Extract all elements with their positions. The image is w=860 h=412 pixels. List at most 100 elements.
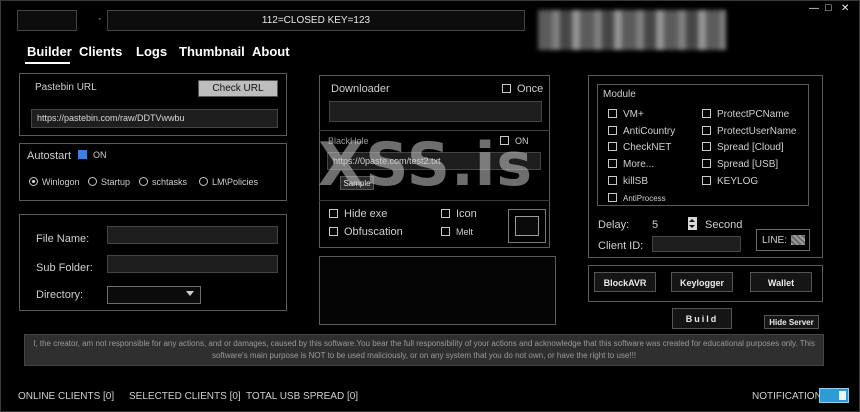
build-button[interactable]: Build — [672, 308, 732, 329]
usb-spread-status: TOTAL USB SPREAD [0] — [246, 391, 359, 402]
tab-clients[interactable]: Clients — [79, 44, 122, 59]
autostart-toggle[interactable]: ON — [78, 150, 107, 160]
melt-label: Melt — [456, 227, 474, 237]
checknet-checkbox[interactable] — [608, 142, 617, 151]
hide-exe-option[interactable]: Hide exe — [329, 208, 387, 220]
online-clients-status: ONLINE CLIENTS [0] — [18, 391, 115, 402]
anticountry-checkbox[interactable] — [608, 126, 617, 135]
melt-checkbox[interactable] — [441, 227, 450, 236]
delay-stepper[interactable] — [688, 217, 697, 230]
module-anticountry[interactable]: AntiCountry — [608, 126, 675, 137]
hide-exe-checkbox[interactable] — [329, 209, 338, 218]
check-url-button[interactable]: Check URL — [198, 80, 278, 97]
chevron-down-icon — [186, 291, 194, 296]
sub-folder-input[interactable] — [107, 255, 278, 273]
radio-lmpolicies[interactable] — [199, 177, 208, 186]
autostart-checkbox[interactable] — [78, 150, 87, 159]
module-antiprocess[interactable]: AntiProcess — [608, 193, 666, 203]
autostart-option-winlogon[interactable]: Winlogon — [29, 177, 80, 187]
maximize-icon[interactable]: □ — [825, 2, 832, 14]
line-label: LINE: — [762, 235, 788, 246]
notification-label: NOTIFICATION — [752, 391, 822, 402]
radio-schtasks[interactable] — [139, 177, 148, 186]
stepper-up-icon[interactable] — [689, 219, 695, 222]
module-spread-usb[interactable]: Spread [USB] — [702, 159, 778, 170]
downloader-url-input[interactable] — [329, 101, 542, 122]
pastebin-label: Pastebin URL — [35, 82, 97, 93]
module-keylog[interactable]: KEYLOG — [702, 176, 758, 187]
more-checkbox[interactable] — [608, 159, 617, 168]
module-more[interactable]: More... — [608, 159, 654, 170]
line-box[interactable]: LINE: — [756, 229, 810, 251]
once-option[interactable]: Once — [502, 83, 543, 95]
notification-toggle-knob — [839, 391, 846, 400]
blurred-logo — [538, 10, 726, 50]
protectusername-checkbox[interactable] — [702, 126, 711, 135]
keylog-checkbox[interactable] — [702, 176, 711, 185]
checknet-label: CheckNET — [623, 142, 672, 153]
delay-value[interactable]: 5 — [652, 219, 658, 231]
vm-checkbox[interactable] — [608, 109, 617, 118]
icon-checkbox[interactable] — [441, 209, 450, 218]
tab-builder[interactable]: Builder — [27, 44, 72, 59]
module-protectusername[interactable]: ProtectUserName — [702, 126, 796, 137]
protectpcname-checkbox[interactable] — [702, 109, 711, 118]
spread-usb-checkbox[interactable] — [702, 159, 711, 168]
vm-label: VM+ — [623, 109, 644, 120]
stepper-down-icon[interactable] — [689, 225, 695, 228]
hide-server-button[interactable]: Hide Server — [764, 315, 819, 329]
client-id-input[interactable] — [652, 236, 741, 252]
schtasks-label: schtasks — [152, 177, 188, 187]
protectpcname-label: ProtectPCName — [717, 109, 790, 120]
pastebin-url-input[interactable]: https://pastebin.com/raw/DDTVwwbu — [31, 109, 278, 128]
connection-status-field: 112=CLOSED KEY=123 — [107, 10, 525, 31]
selected-clients-status: SELECTED CLIENTS [0] — [129, 391, 241, 402]
icon-option[interactable]: Icon — [441, 208, 477, 220]
killsb-checkbox[interactable] — [608, 176, 617, 185]
module-protectpcname[interactable]: ProtectPCName — [702, 109, 789, 120]
antiprocess-checkbox[interactable] — [608, 193, 617, 202]
directory-select[interactable] — [107, 286, 201, 304]
title-input-left[interactable] — [17, 10, 77, 31]
watermark: XSS.is — [318, 130, 534, 200]
icon-preview — [515, 216, 539, 236]
line-toggle[interactable] — [791, 235, 805, 245]
autostart-option-schtasks[interactable]: schtasks — [139, 177, 187, 187]
module-title: Module — [603, 89, 636, 100]
delay-unit: Second — [705, 219, 743, 231]
startup-label: Startup — [101, 177, 131, 187]
blockavr-button[interactable]: BlockAVR — [594, 272, 656, 292]
close-icon[interactable]: ✕ — [841, 3, 849, 14]
notification-toggle[interactable] — [819, 388, 849, 403]
keylogger-button[interactable]: Keylogger — [671, 272, 733, 292]
wallet-button[interactable]: Wallet — [750, 272, 812, 292]
directory-label: Directory: — [36, 289, 84, 301]
minimize-icon[interactable]: — — [809, 3, 819, 14]
hide-exe-label: Hide exe — [344, 208, 388, 220]
module-vm[interactable]: VM+ — [608, 109, 644, 120]
module-checknet[interactable]: CheckNET — [608, 142, 671, 153]
obfuscation-checkbox[interactable] — [329, 227, 338, 236]
autostart-option-lmpolicies[interactable]: LM\Policies — [199, 177, 258, 187]
radio-winlogon[interactable] — [29, 177, 38, 186]
radio-startup[interactable] — [88, 177, 97, 186]
client-id-label: Client ID: — [598, 240, 644, 252]
autostart-option-startup[interactable]: Startup — [88, 177, 130, 187]
disclaimer-box: I, the creator, am not responsible for a… — [24, 334, 824, 366]
spread-cloud-checkbox[interactable] — [702, 142, 711, 151]
once-checkbox[interactable] — [502, 84, 511, 93]
obfuscation-option[interactable]: Obfuscation — [329, 226, 403, 238]
file-name-input[interactable] — [107, 226, 278, 244]
antiprocess-label: AntiProcess — [623, 194, 666, 203]
sub-folder-label: Sub Folder: — [36, 262, 93, 274]
tab-about[interactable]: About — [252, 44, 290, 59]
autostart-on-label: ON — [93, 150, 107, 160]
module-killsb[interactable]: killSB — [608, 176, 648, 187]
tab-logs[interactable]: Logs — [136, 44, 167, 59]
tab-thumbnail[interactable]: Thumbnail — [179, 44, 245, 59]
module-spread-cloud[interactable]: Spread [Cloud] — [702, 142, 784, 153]
keylog-label: KEYLOG — [717, 176, 759, 187]
melt-option[interactable]: Melt — [441, 227, 473, 237]
icon-preview-frame[interactable] — [508, 209, 546, 243]
killsb-label: killSB — [623, 176, 649, 187]
